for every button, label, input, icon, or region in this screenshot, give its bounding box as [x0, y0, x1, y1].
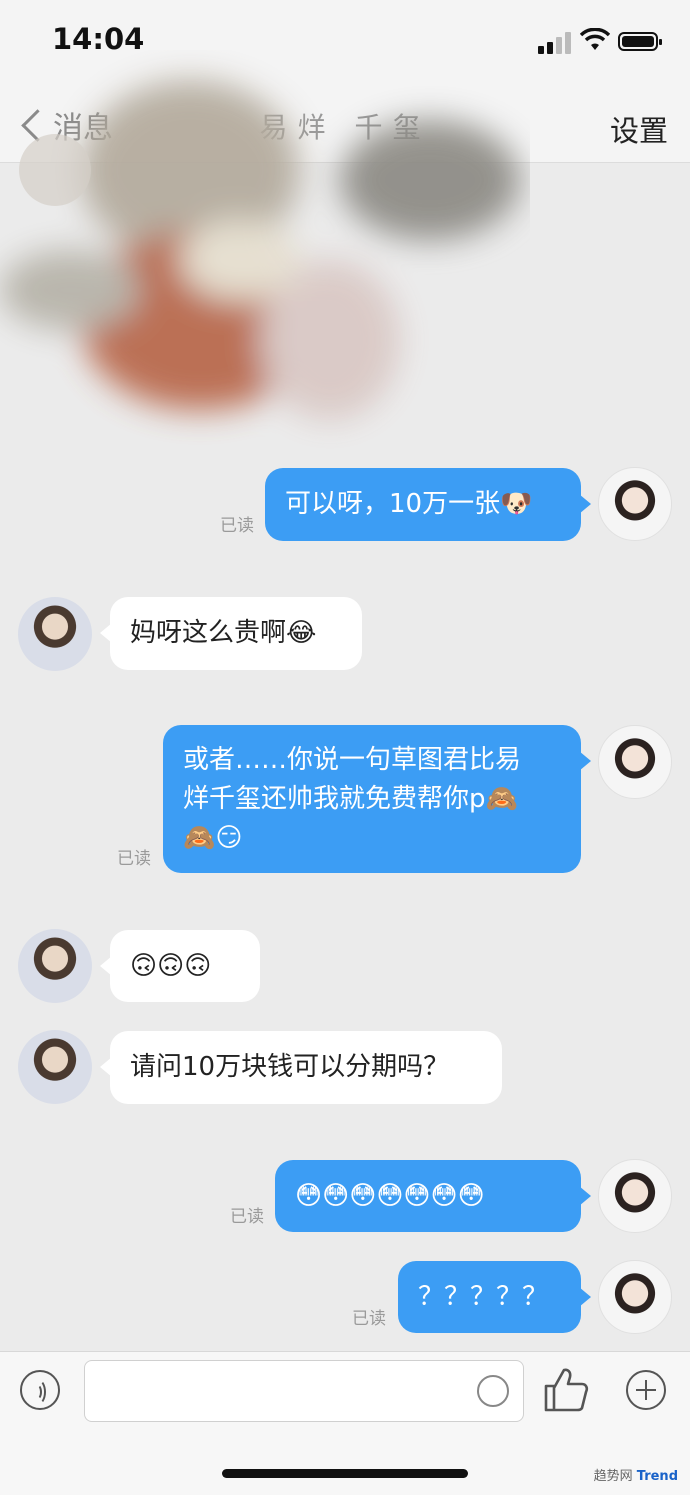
message-bubble-outgoing[interactable]: ？？？？？ — [398, 1261, 591, 1333]
my-avatar[interactable] — [598, 467, 672, 541]
contact-avatar[interactable] — [18, 929, 92, 1003]
message-bubble-outgoing[interactable]: 😳😳😳😳😳😳😳 — [275, 1160, 591, 1232]
voice-icon[interactable] — [20, 1370, 60, 1410]
message-bubble-outgoing[interactable]: 或者……你说一句草图君比易 烊千玺还帅我就免费帮你p🙈 🙈😏 — [163, 725, 591, 873]
my-avatar[interactable] — [598, 1260, 672, 1334]
read-receipt: 已读 — [117, 849, 151, 869]
contact-avatar[interactable] — [18, 1030, 92, 1104]
message-bubble-outgoing[interactable]: 可以呀，10万一张🐶 — [265, 468, 591, 541]
battery-icon — [618, 32, 662, 51]
wifi-icon — [580, 28, 610, 50]
message-input[interactable] — [84, 1360, 524, 1422]
my-avatar[interactable] — [598, 725, 672, 799]
message-bubble-incoming[interactable]: 妈呀这么贵啊😂 — [100, 597, 362, 670]
contact-avatar[interactable] — [18, 597, 92, 671]
blurred-image-message[interactable] — [0, 50, 530, 470]
cellular-signal-icon — [538, 32, 572, 54]
watermark: 趋势网 Trend — [593, 1469, 678, 1484]
settings-button[interactable]: 设置 — [610, 108, 668, 150]
thumbs-up-icon[interactable] — [540, 1364, 592, 1416]
message-bubble-incoming[interactable]: 请问10万块钱可以分期吗？ — [100, 1031, 502, 1104]
my-avatar[interactable] — [598, 1159, 672, 1233]
emoji-icon[interactable] — [477, 1375, 509, 1407]
plus-icon[interactable] — [626, 1370, 666, 1410]
read-receipt: 已读 — [352, 1309, 386, 1329]
message-bubble-incoming[interactable]: 🙃🙃🙃 — [100, 930, 260, 1002]
home-indicator[interactable] — [222, 1469, 468, 1478]
read-receipt: 已读 — [220, 516, 254, 536]
read-receipt: 已读 — [230, 1207, 264, 1227]
